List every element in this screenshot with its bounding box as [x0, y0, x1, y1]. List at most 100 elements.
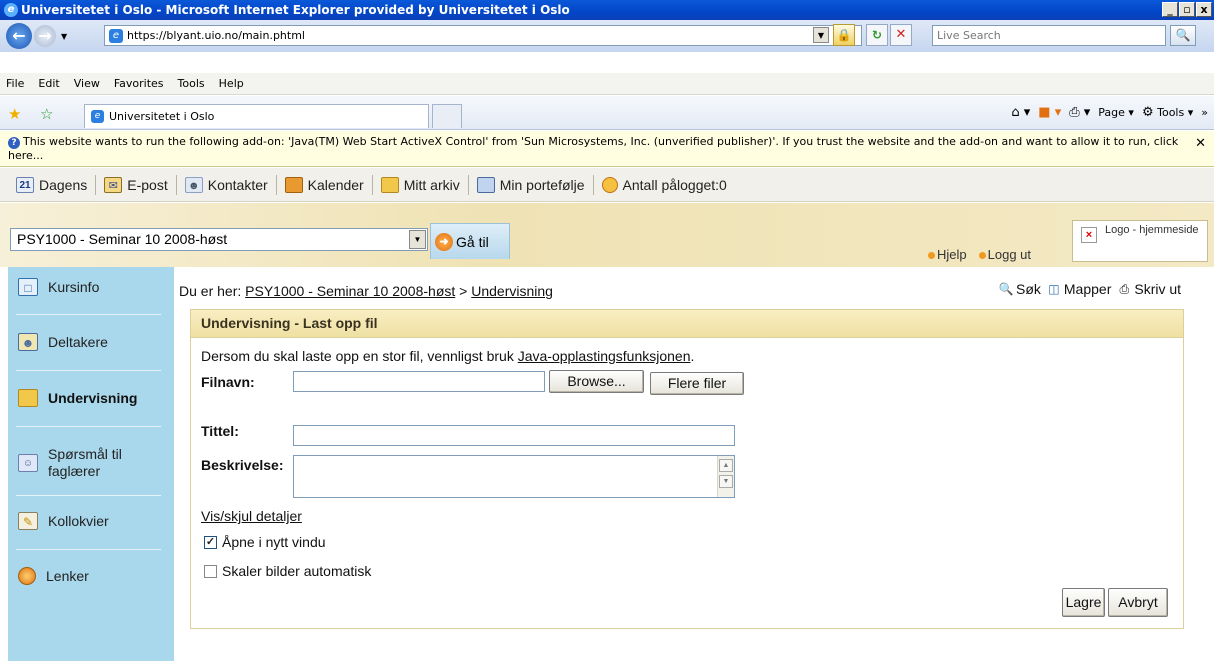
- menu-file[interactable]: File: [6, 77, 24, 90]
- home-logo-link[interactable]: × Logo - hjemmeside: [1072, 220, 1208, 262]
- close-button[interactable]: x: [1196, 2, 1212, 17]
- title-input[interactable]: [293, 425, 735, 446]
- breadcrumb-separator: >: [459, 283, 468, 299]
- menu-view[interactable]: View: [74, 77, 100, 90]
- chevron-more-icon[interactable]: »: [1201, 106, 1208, 119]
- maximize-button[interactable]: ▫: [1179, 2, 1195, 17]
- filename-label: Filnavn:: [201, 374, 255, 390]
- favorites-star-icon[interactable]: ★: [8, 105, 21, 123]
- stop-button[interactable]: ✕: [890, 24, 912, 46]
- address-dropdown-icon[interactable]: ▼: [813, 27, 829, 43]
- sidebar-divider: [16, 549, 161, 550]
- menu-help[interactable]: Help: [219, 77, 244, 90]
- cancel-button[interactable]: Avbryt: [1108, 588, 1168, 617]
- description-textarea[interactable]: ▲ ▼: [293, 455, 735, 498]
- search-button[interactable]: 🔍: [1170, 25, 1196, 46]
- tab-page-icon: e: [91, 110, 104, 123]
- toolbar-antall-label: Antall pålogget:0: [622, 176, 727, 193]
- java-upload-link[interactable]: Java-opplastingsfunksjonen: [518, 348, 691, 364]
- lock-icon[interactable]: 🔒: [833, 24, 855, 46]
- address-input[interactable]: e https://blyant.uio.no/main.phtml: [104, 25, 862, 46]
- breadcrumb-prefix: Du er her:: [179, 283, 242, 299]
- sidebar-divider: [16, 370, 161, 371]
- more-files-button[interactable]: Flere filer: [650, 372, 744, 395]
- link-globe-icon: [18, 567, 36, 585]
- sidebar-item-sporsmal[interactable]: ☺ Spørsmål til faglærer: [8, 443, 174, 483]
- toolbar-kalender-label: Kalender: [307, 176, 364, 193]
- sidebar-item-label: Undervisning: [48, 390, 138, 406]
- menu-tools[interactable]: Tools: [178, 77, 205, 90]
- toolbar-mitt-arkiv[interactable]: Mitt arkiv: [373, 176, 468, 193]
- sidebar-item-deltakere[interactable]: ☻ Deltakere: [8, 331, 174, 353]
- url-text: https://blyant.uio.no/main.phtml: [127, 29, 305, 42]
- toolbar-min-portefolje[interactable]: Min portefølje: [469, 176, 593, 193]
- filename-input[interactable]: [293, 371, 545, 392]
- feeds-icon[interactable]: ■ ▾: [1038, 105, 1061, 120]
- search-icon[interactable]: 🔍: [997, 281, 1015, 297]
- breadcrumb-course-link[interactable]: PSY1000 - Seminar 10 2008-høst: [245, 283, 455, 299]
- infobar-close-icon[interactable]: ✕: [1195, 137, 1206, 151]
- save-button[interactable]: Lagre: [1062, 588, 1105, 617]
- print-icon[interactable]: ⎙: [1115, 281, 1133, 297]
- sidebar-item-kollokvier[interactable]: ✎ Kollokvier: [8, 510, 174, 532]
- toolbar-antall-palogget[interactable]: Antall pålogget:0: [594, 176, 735, 193]
- sidebar-item-undervisning[interactable]: Undervisning: [8, 387, 174, 409]
- toolbar-kontakter-label: Kontakter: [207, 176, 268, 193]
- goto-button[interactable]: ➜ Gå til: [430, 223, 510, 259]
- go-arrow-icon: ➜: [435, 232, 453, 251]
- scale-images-checkbox[interactable]: Skaler bilder automatisk: [204, 563, 371, 579]
- forward-button[interactable]: →: [34, 25, 56, 47]
- folders-icon[interactable]: ◫: [1045, 281, 1063, 297]
- print-link[interactable]: Skriv ut: [1134, 281, 1181, 297]
- menu-favorites[interactable]: Favorites: [114, 77, 164, 90]
- back-button[interactable]: ←: [6, 23, 32, 49]
- sidebar-item-label: Spørsmål til faglærer: [48, 446, 122, 479]
- toolbar-kalender[interactable]: Kalender: [277, 176, 372, 193]
- bullet-icon: [928, 252, 935, 259]
- tab-label: Universitetet i Oslo: [109, 110, 215, 123]
- search-input[interactable]: Live Search: [932, 25, 1166, 46]
- toolbar-dagens[interactable]: 21 Dagens: [8, 176, 95, 193]
- scroll-up-icon[interactable]: ▲: [719, 459, 733, 472]
- history-dropdown-icon[interactable]: ▼: [61, 32, 67, 41]
- add-favorite-icon[interactable]: ☆: [40, 105, 53, 123]
- page-menu-label: Page: [1098, 106, 1125, 119]
- address-row: ← → ▼ e https://blyant.uio.no/main.phtml…: [0, 20, 1214, 52]
- scale-images-label: Skaler bilder automatisk: [222, 563, 372, 579]
- tab-universitetet[interactable]: e Universitetet i Oslo: [84, 104, 429, 128]
- sidebar-divider: [16, 426, 161, 427]
- refresh-button[interactable]: ↻: [866, 24, 888, 46]
- open-new-window-checkbox[interactable]: ✓ Åpne i nytt vindu: [204, 534, 326, 550]
- breadcrumb-current-link[interactable]: Undervisning: [471, 283, 553, 299]
- print-icon[interactable]: ⎙ ▾: [1069, 105, 1090, 120]
- search-link[interactable]: Søk: [1016, 281, 1041, 297]
- sidebar-item-lenker[interactable]: Lenker: [8, 565, 174, 587]
- toolbar-min-portefolje-label: Min portefølje: [499, 176, 585, 193]
- chevron-down-icon[interactable]: ▼: [409, 230, 426, 249]
- sidebar-item-label: Kollokvier: [48, 513, 109, 529]
- sidebar-item-kursinfo[interactable]: □ Kursinfo: [8, 277, 174, 297]
- new-tab-button[interactable]: [432, 104, 462, 128]
- logout-link[interactable]: Logg ut: [978, 247, 1031, 262]
- help-link[interactable]: Hjelp: [928, 247, 967, 262]
- command-bar: ⌂ ▾ ■ ▾ ⎙ ▾ Page ▾ ⚙ Tools ▾ »: [1011, 105, 1208, 120]
- toolbar-epost[interactable]: ✉ E-post: [96, 176, 175, 193]
- tools-menu-label: Tools: [1157, 106, 1185, 119]
- toggle-details-link[interactable]: Vis/skjul detaljer: [201, 508, 302, 524]
- scroll-down-icon[interactable]: ▼: [719, 475, 733, 488]
- tools-menu[interactable]: ⚙ Tools ▾: [1142, 105, 1193, 120]
- folders-link[interactable]: Mapper: [1064, 281, 1111, 297]
- information-bar[interactable]: ? This website wants to run the following…: [0, 131, 1214, 167]
- minimize-button[interactable]: _: [1162, 2, 1178, 17]
- browse-button[interactable]: Browse...: [549, 370, 644, 393]
- home-icon[interactable]: ⌂ ▾: [1011, 105, 1030, 120]
- menu-edit[interactable]: Edit: [38, 77, 59, 90]
- calendar-icon: [284, 176, 303, 193]
- sidebar-divider: [16, 495, 161, 496]
- course-info-icon: □: [18, 278, 38, 296]
- textarea-scrollbar[interactable]: ▲ ▼: [717, 456, 734, 497]
- toolbar-kontakter[interactable]: ☻ Kontakter: [177, 176, 276, 193]
- page-tools: 🔍 Søk ◫ Mapper ⎙ Skriv ut: [997, 281, 1185, 297]
- course-select[interactable]: PSY1000 - Seminar 10 2008-høst ▼: [10, 228, 428, 251]
- page-menu[interactable]: Page ▾: [1098, 106, 1134, 119]
